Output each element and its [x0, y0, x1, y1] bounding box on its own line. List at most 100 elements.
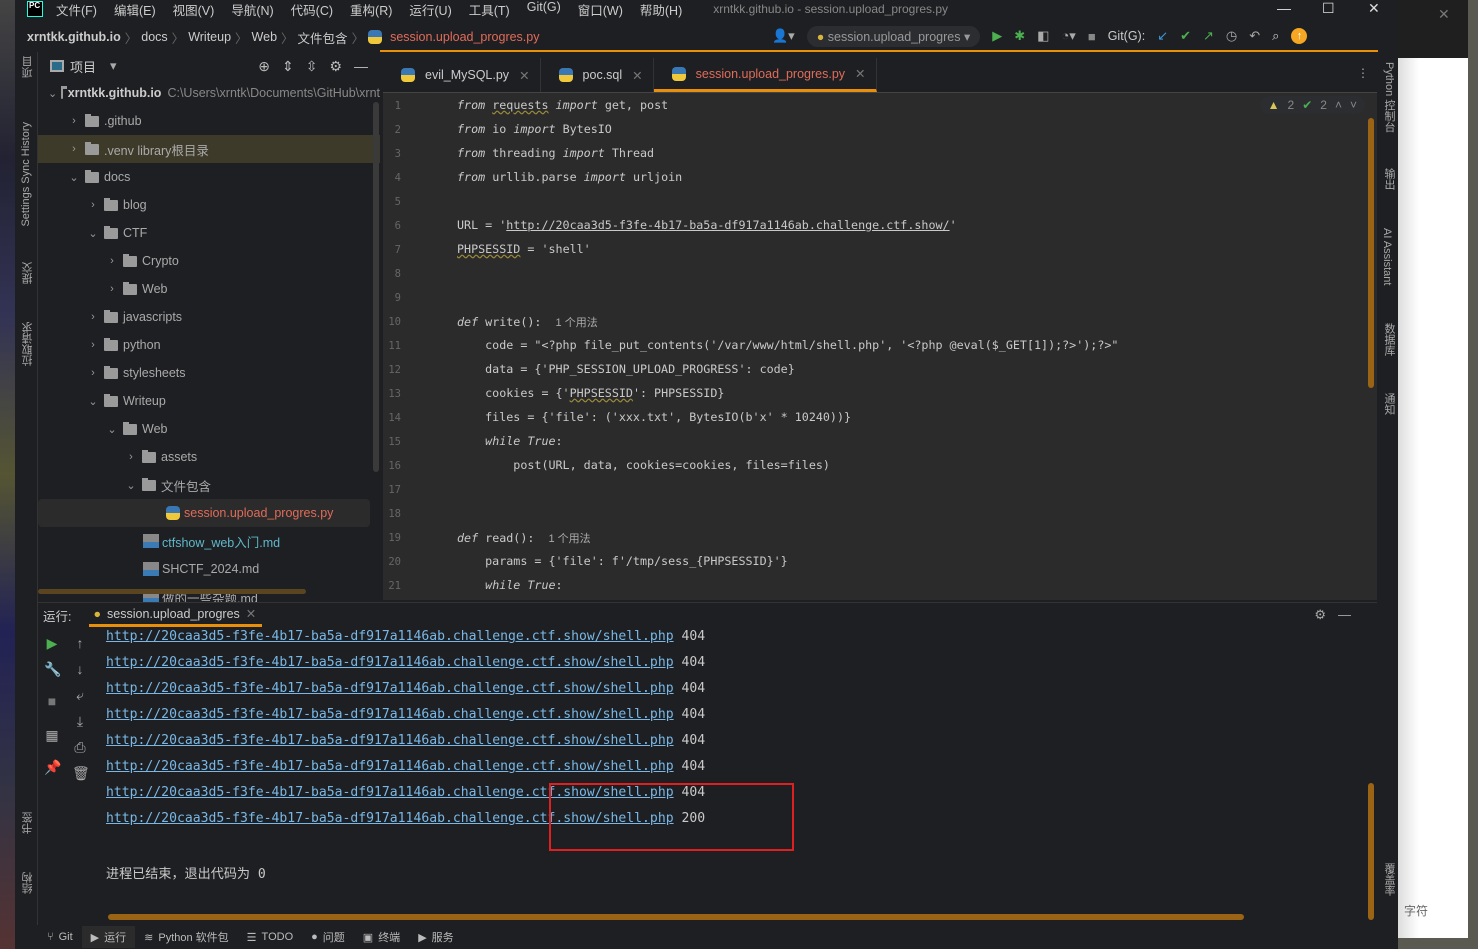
maximize-icon[interactable]: ☐ — [1322, 0, 1335, 17]
chevron-down-icon[interactable]: ⌄ — [86, 227, 100, 240]
chevron-down-icon[interactable]: ⌄ — [86, 395, 100, 408]
console-link[interactable]: http://20caa3d5-f3fe-4b17-ba5a-df917a114… — [106, 733, 674, 748]
toolwindow-2[interactable]: ≋ Python 软件包 — [135, 926, 238, 948]
code-line[interactable]: def read(): 1 个用法 — [457, 530, 591, 546]
toolwindow-4[interactable]: ● 问题 — [302, 926, 354, 948]
close-icon[interactable]: ✕ — [519, 68, 529, 83]
chevron-right-icon[interactable]: › — [105, 255, 119, 267]
chevron-right-icon[interactable]: › — [86, 367, 100, 379]
project-actions[interactable]: ⊕⇕⇳⚙— — [258, 58, 380, 75]
right-stripe-1[interactable]: 输出 — [1381, 168, 1397, 190]
search-icon[interactable]: ⌕ — [1272, 28, 1279, 44]
close-icon[interactable]: ✕ — [855, 66, 865, 81]
left-stripe-4[interactable]: 书签 — [20, 812, 36, 834]
tab-0[interactable]: evil_MySQL.py ✕ — [383, 58, 541, 92]
chevron-down-icon[interactable]: ⌄ — [48, 87, 57, 100]
menu-item[interactable]: 文件(F) — [56, 0, 97, 19]
left-stripe-1[interactable]: Settings Sync History — [20, 122, 32, 227]
code-line[interactable]: from io import BytesIO — [457, 122, 612, 136]
menu-item[interactable]: 编辑(E) — [114, 0, 156, 19]
tree-item[interactable]: › javascripts — [38, 303, 380, 331]
tree-item[interactable]: › Web — [38, 275, 380, 303]
arrow-up-icon[interactable]: ↑ — [72, 635, 88, 651]
console-line[interactable]: http://20caa3d5-f3fe-4b17-ba5a-df917a114… — [106, 629, 705, 644]
chevron-down-icon[interactable]: ▾ — [110, 58, 117, 74]
console-link[interactable]: http://20caa3d5-f3fe-4b17-ba5a-df917a114… — [106, 707, 674, 722]
menu-item[interactable]: 代码(C) — [291, 0, 333, 19]
tree-item[interactable]: ⌄ xrntkk.github.io C:\Users\xrntk\Document… — [38, 79, 380, 107]
git-push-icon[interactable]: ↗ — [1203, 28, 1214, 44]
run-config-select[interactable]: ● session.upload_progres ▾ — [806, 25, 981, 47]
code-line[interactable]: URL = 'http://20caa3d5-f3fe-4b17-ba5a-df… — [457, 218, 957, 232]
tree-item[interactable]: › blog — [38, 191, 380, 219]
minimize-icon[interactable]: — — [1277, 0, 1291, 16]
menu-item[interactable]: Git(G) — [527, 0, 561, 19]
rerun-icon[interactable]: ▶ — [44, 635, 60, 652]
run-tab[interactable]: ● session.upload_progres ✕ — [89, 603, 263, 627]
console-link[interactable]: http://20caa3d5-f3fe-4b17-ba5a-df917a114… — [106, 629, 674, 644]
left-stripe-0[interactable]: 项目 — [20, 56, 36, 78]
code-line[interactable]: from urllib.parse import urljoin — [457, 170, 682, 184]
breadcrumb-item[interactable]: docs — [137, 30, 171, 44]
chevron-right-icon[interactable]: › — [86, 339, 100, 351]
trash-icon[interactable]: 🗑 — [72, 765, 90, 782]
tree-item[interactable]: SHCTF_2024.md — [38, 555, 380, 583]
coverage-icon[interactable]: ◧ — [1037, 28, 1049, 44]
menu-item[interactable]: 帮助(H) — [640, 0, 682, 19]
stop-icon[interactable]: ■ — [1088, 29, 1096, 44]
console-line[interactable]: http://20caa3d5-f3fe-4b17-ba5a-df917a114… — [106, 707, 705, 722]
console-hscrollbar[interactable] — [108, 914, 1244, 920]
project-title[interactable]: 项目 — [70, 57, 96, 76]
chevron-down-icon[interactable]: ⌄ — [124, 479, 138, 492]
user-icon[interactable]: 👤▾ — [772, 28, 795, 44]
console-vscrollbar[interactable] — [1368, 783, 1374, 920]
history-icon[interactable]: ◷ — [1226, 28, 1237, 44]
scroll-end-icon[interactable]: ⤓ — [72, 713, 88, 730]
right-stripe-4[interactable]: 通知 — [1381, 393, 1397, 415]
project-hscrollbar[interactable] — [38, 589, 306, 594]
tree-item[interactable]: › .github — [38, 107, 380, 135]
tree-item[interactable]: ⌄ docs — [38, 163, 380, 191]
run-settings[interactable]: ⚙— — [1314, 607, 1363, 623]
chevron-right-icon[interactable]: › — [86, 199, 100, 211]
console-link[interactable]: http://20caa3d5-f3fe-4b17-ba5a-df917a114… — [106, 681, 674, 696]
breadcrumb-item[interactable]: Writeup — [184, 30, 235, 44]
tree-item[interactable]: ⌄ Writeup — [38, 387, 380, 415]
tree-item[interactable]: ctfshow_web入门.md — [38, 527, 380, 555]
code-line[interactable]: from requests import get, post — [457, 98, 668, 112]
menu-item[interactable]: 工具(T) — [469, 0, 510, 19]
breadcrumb-item[interactable]: xrntkk.github.io — [15, 30, 125, 44]
pin-icon[interactable]: 📌 — [44, 759, 61, 776]
code-line[interactable]: cookies = {'PHPSESSID': PHPSESSID} — [457, 386, 724, 400]
chevron-down-icon[interactable]: ˅ — [1350, 98, 1357, 112]
toolwindow-1[interactable]: ▶ 运行 — [81, 926, 136, 948]
chevron-right-icon[interactable]: › — [67, 143, 81, 155]
chevron-up-icon[interactable]: ˄ — [1335, 98, 1342, 112]
chevron-right-icon[interactable]: › — [124, 451, 138, 463]
print-icon[interactable]: ⎙ — [72, 739, 88, 756]
chevron-down-icon[interactable]: ⌄ — [67, 171, 81, 184]
breadcrumb-item[interactable]: 文件包含 — [294, 28, 352, 47]
code-line[interactable]: post(URL, data, cookies=cookies, files=f… — [457, 458, 830, 472]
run-icon[interactable]: ▶ — [992, 28, 1002, 44]
more-icon[interactable]: ⋮ — [1357, 66, 1369, 80]
editor-scrollbar[interactable] — [1368, 118, 1374, 388]
code-line[interactable]: params = {'file': f'/tmp/sess_{PHPSESSID… — [457, 554, 788, 568]
close-icon[interactable]: ✕ — [1438, 6, 1450, 23]
layout-icon[interactable]: ▦ — [44, 727, 60, 744]
tree-item[interactable]: ⌄ 文件包含 — [38, 471, 380, 499]
update-icon[interactable]: ↑ — [1291, 28, 1308, 44]
toolwindow-6[interactable]: ▶ 服务 — [409, 926, 462, 948]
code-line[interactable]: data = {'PHP_SESSION_UPLOAD_PROGRESS': c… — [457, 362, 795, 376]
code-editor[interactable]: evil_MySQL.py ✕ poc.sql ✕ session.upload_pro… — [383, 58, 1377, 600]
toolwindow-0[interactable]: ⑂ Git — [38, 926, 82, 948]
console-line[interactable]: http://20caa3d5-f3fe-4b17-ba5a-df917a114… — [106, 759, 705, 774]
menu-item[interactable]: 运行(U) — [409, 0, 451, 19]
console-line[interactable]: http://20caa3d5-f3fe-4b17-ba5a-df917a114… — [106, 681, 705, 696]
right-stripe-5[interactable]: 覆盖率 — [1381, 863, 1397, 896]
tree-item[interactable]: › Crypto — [38, 247, 380, 275]
console-line[interactable]: http://20caa3d5-f3fe-4b17-ba5a-df917a114… — [106, 655, 705, 670]
right-stripe-0[interactable]: Python 控制台 — [1381, 62, 1397, 132]
tree-item[interactable]: ⌄ CTF — [38, 219, 380, 247]
tree-item[interactable]: › .venv library根目录 — [38, 135, 380, 163]
